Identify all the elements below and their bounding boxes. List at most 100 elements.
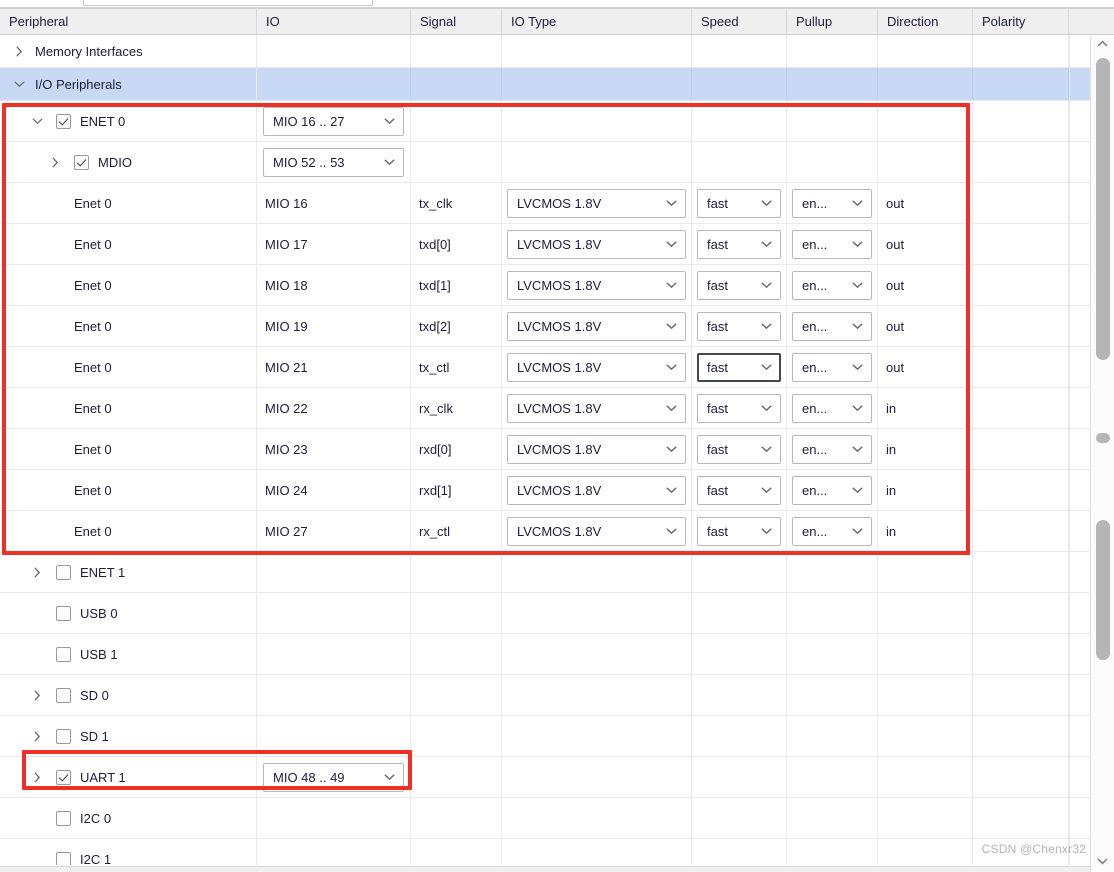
cell-speed[interactable]: fast [692,470,787,510]
chevron-up-icon[interactable] [1091,35,1114,53]
chevron-down-icon[interactable] [663,445,679,453]
table-row[interactable]: Enet 0 MIO 16 tx_clk LVCMOS 1.8V fast en... ou… [0,183,1090,224]
cell-pullup[interactable] [787,142,878,182]
pullup-combo[interactable]: en... [792,229,872,259]
scrollbar-thumb-mini[interactable] [1096,433,1110,443]
cell-io[interactable]: MIO 18 [257,265,411,305]
cell-io[interactable]: MIO 16 [257,183,411,223]
cell-io[interactable] [257,716,411,756]
cell-io-type[interactable] [502,798,692,838]
peripheral-enable-checkbox[interactable] [56,646,71,662]
chevron-down-icon[interactable] [663,322,679,330]
group-cell-peripheral[interactable]: I/O Peripherals [0,68,257,100]
cell-io[interactable]: MIO 19 [257,306,411,346]
table-row[interactable]: Enet 0 MIO 23 rxd[0] LVCMOS 1.8V fast en... in [0,429,1090,470]
chevron-down-icon[interactable] [849,445,865,453]
chevron-down-icon[interactable] [381,117,397,125]
cell-peripheral[interactable]: UART 1 [0,757,257,797]
cell-peripheral[interactable]: Enet 0 [0,429,257,469]
cell-pullup[interactable] [787,757,878,797]
pullup-combo[interactable]: en... [792,434,872,464]
cell-pullup[interactable]: en... [787,470,878,510]
chevron-down-icon[interactable] [663,240,679,248]
column-header-speed[interactable]: Speed [692,9,787,34]
io-type-combo[interactable]: LVCMOS 1.8V [507,352,686,382]
speed-combo[interactable]: fast [697,393,781,423]
cell-io[interactable] [257,634,411,674]
peripheral-enable-checkbox[interactable] [56,605,71,621]
cell-io-type[interactable] [502,757,692,797]
speed-combo[interactable]: fast [697,516,781,546]
cell-peripheral[interactable]: Enet 0 [0,470,257,510]
cell-io[interactable]: MIO 24 [257,470,411,510]
table-row[interactable]: Enet 0 MIO 21 tx_ctl LVCMOS 1.8V fast en... ou… [0,347,1090,388]
table-row[interactable]: Enet 0 MIO 22 rx_clk LVCMOS 1.8V fast en... in [0,388,1090,429]
chevron-right-icon[interactable] [48,155,62,169]
chevron-down-icon[interactable] [663,527,679,535]
chevron-right-icon[interactable] [30,565,44,579]
table-body[interactable]: Memory Interfaces I/O Peripherals ENET 0 MI… [0,35,1090,865]
pullup-combo[interactable]: en... [792,311,872,341]
cell-pullup[interactable]: en... [787,429,878,469]
table-row[interactable]: Enet 0 MIO 24 rxd[1] LVCMOS 1.8V fast en... in [0,470,1090,511]
group-cell-peripheral[interactable]: Memory Interfaces [0,35,257,67]
cell-io[interactable] [257,552,411,592]
cell-pullup[interactable]: en... [787,388,878,428]
io-type-combo[interactable]: LVCMOS 1.8V [507,434,686,464]
cell-pullup[interactable] [787,552,878,592]
table-row[interactable]: USB 0 [0,593,1090,634]
io-range-combo[interactable]: MIO 16 .. 27 [263,106,404,136]
cell-peripheral[interactable]: Enet 0 [0,511,257,551]
cell-speed[interactable] [692,101,787,141]
chevron-down-icon[interactable] [758,404,774,412]
cell-io-type[interactable] [502,142,692,182]
cell-pullup[interactable]: en... [787,265,878,305]
cell-io[interactable]: MIO 17 [257,224,411,264]
chevron-right-icon[interactable] [12,44,26,58]
speed-combo[interactable]: fast [697,434,781,464]
cell-peripheral[interactable]: Enet 0 [0,306,257,346]
chevron-down-icon[interactable] [758,199,774,207]
table-row[interactable]: ENET 0 MIO 16 .. 27 [0,101,1090,142]
cell-speed[interactable]: fast [692,224,787,264]
cell-io[interactable]: MIO 48 .. 49 [257,757,411,797]
cell-io-type[interactable] [502,675,692,715]
cell-peripheral[interactable]: Enet 0 [0,183,257,223]
cell-speed[interactable]: fast [692,183,787,223]
table-row[interactable]: I2C 1 [0,839,1090,865]
cell-io[interactable]: MIO 22 [257,388,411,428]
pullup-combo[interactable]: en... [792,393,872,423]
group-row-i-o-peripherals[interactable]: I/O Peripherals [0,68,1090,101]
cell-peripheral[interactable]: USB 0 [0,593,257,633]
cell-io[interactable] [257,839,411,865]
peripheral-enable-checkbox[interactable] [56,810,71,826]
cell-speed[interactable] [692,675,787,715]
cell-pullup[interactable] [787,101,878,141]
cell-io-type[interactable] [502,552,692,592]
cell-io-type[interactable]: LVCMOS 1.8V [502,470,692,510]
chevron-down-icon[interactable] [663,363,679,371]
cell-peripheral[interactable]: USB 1 [0,634,257,674]
chevron-down-icon[interactable] [849,322,865,330]
cell-io-type[interactable]: LVCMOS 1.8V [502,388,692,428]
cell-peripheral[interactable]: MDIO [0,142,257,182]
cell-io[interactable]: MIO 27 [257,511,411,551]
cell-io-type[interactable]: LVCMOS 1.8V [502,306,692,346]
chevron-down-icon[interactable] [849,199,865,207]
chevron-down-icon[interactable] [758,486,774,494]
cell-speed[interactable] [692,757,787,797]
chevron-down-icon[interactable] [663,486,679,494]
column-header-signal[interactable]: Signal [411,9,502,34]
column-header-spacer[interactable] [1069,9,1114,34]
peripheral-enable-checkbox[interactable] [74,154,89,170]
table-row[interactable]: Enet 0 MIO 27 rx_ctl LVCMOS 1.8V fast en... in [0,511,1090,552]
chevron-down-icon[interactable] [849,527,865,535]
vertical-scrollbar[interactable] [1090,35,1114,872]
chevron-down-icon[interactable] [1091,852,1114,870]
io-type-combo[interactable]: LVCMOS 1.8V [507,516,686,546]
cell-io[interactable]: MIO 16 .. 27 [257,101,411,141]
chevron-down-icon[interactable] [849,281,865,289]
cell-pullup[interactable] [787,716,878,756]
cell-speed[interactable] [692,716,787,756]
scrollbar-thumb-inner[interactable] [1096,520,1110,660]
